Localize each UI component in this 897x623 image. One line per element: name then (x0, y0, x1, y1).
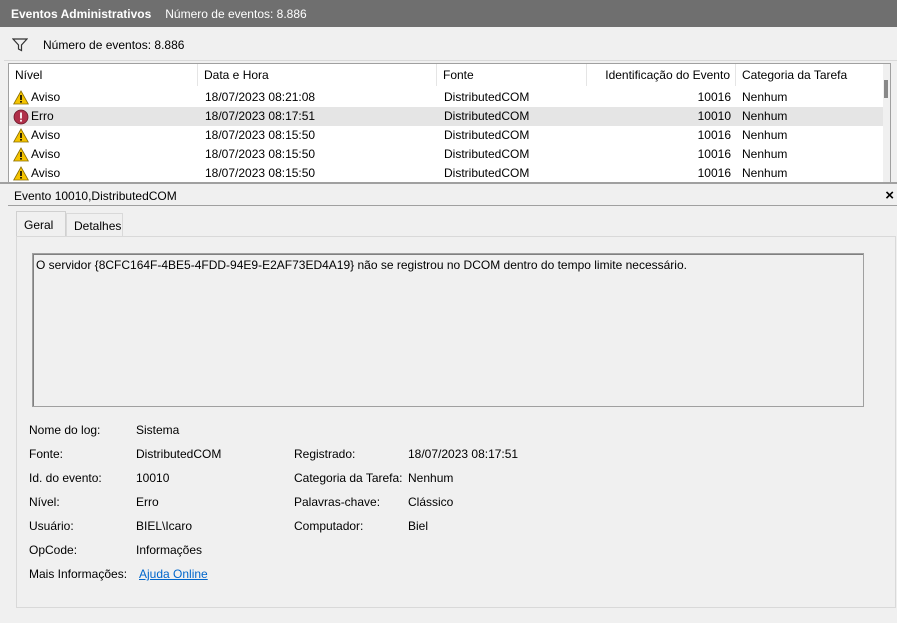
warning-icon (13, 128, 29, 144)
view-title: Eventos Administrativos (11, 6, 152, 21)
row-date: 18/07/2023 08:21:08 (205, 90, 316, 104)
row-source: DistributedCOM (444, 128, 530, 142)
column-event-id[interactable]: Identificação do Evento (587, 64, 736, 86)
column-level[interactable]: Nível (9, 64, 198, 86)
column-task-category[interactable]: Categoria da Tarefa (736, 64, 886, 86)
label-computer: Computador: (294, 519, 364, 533)
label-log-name: Nome do log: (29, 423, 101, 437)
filter-bar: Número de eventos: 8.886 (4, 29, 897, 61)
value-opcode: Informações (136, 543, 203, 557)
value-level: Erro (136, 495, 159, 509)
general-panel: O servidor {8CFC164F-4BE5-4FDD-94E9-E2AF… (16, 236, 896, 608)
label-more-info: Mais Informações: (29, 567, 128, 581)
row-event-id: 10010 (697, 109, 731, 123)
scrollbar-thumb[interactable] (884, 80, 888, 98)
warning-icon (13, 147, 29, 163)
row-source: DistributedCOM (444, 90, 530, 104)
value-log-name: Sistema (136, 423, 180, 437)
warning-icon (13, 166, 29, 182)
row-category: Nenhum (742, 147, 788, 161)
row-level: Aviso (31, 166, 61, 180)
tab-detalhes[interactable]: Detalhes (66, 213, 123, 237)
row-event-id: 10016 (697, 166, 731, 180)
row-date: 18/07/2023 08:17:51 (205, 109, 316, 123)
table-row[interactable]: Aviso 18/07/2023 08:21:08 DistributedCOM… (9, 88, 886, 107)
pane-splitter[interactable] (0, 182, 897, 184)
detail-title: Evento 10010,DistributedCOM (14, 189, 177, 203)
bottom-edge (0, 611, 897, 623)
event-description[interactable]: O servidor {8CFC164F-4BE5-4FDD-94E9-E2AF… (32, 253, 864, 407)
label-source: Fonte: (29, 447, 64, 461)
row-event-id: 10016 (697, 128, 731, 142)
online-help-link[interactable]: Ajuda Online (139, 567, 208, 581)
table-row[interactable]: Aviso 18/07/2023 08:15:50 DistributedCOM… (9, 126, 886, 145)
label-logged: Registrado: (294, 447, 356, 461)
table-row[interactable]: Aviso 18/07/2023 08:15:50 DistributedCOM… (9, 164, 886, 182)
label-opcode: OpCode: (29, 543, 78, 557)
row-date: 18/07/2023 08:15:50 (205, 166, 316, 180)
row-date: 18/07/2023 08:15:50 (205, 147, 316, 161)
row-level: Aviso (31, 90, 61, 104)
detail-header: Evento 10010,DistributedCOM × (8, 186, 897, 206)
row-source: DistributedCOM (444, 166, 530, 180)
column-date[interactable]: Data e Hora (198, 64, 437, 86)
tab-geral[interactable]: Geral (16, 211, 66, 237)
event-count-title: Número de eventos: 8.886 (165, 6, 307, 21)
event-list[interactable]: Nível Data e Hora Fonte Identificação do… (8, 63, 891, 183)
filter-icon[interactable] (12, 37, 28, 53)
label-level: Nível: (29, 495, 60, 509)
table-row-selected[interactable]: Erro 18/07/2023 08:17:51 DistributedCOM … (9, 107, 886, 126)
value-computer: Biel (408, 519, 429, 533)
row-level: Aviso (31, 128, 61, 142)
row-level: Aviso (31, 147, 61, 161)
row-source: DistributedCOM (444, 147, 530, 161)
label-user: Usuário: (29, 519, 74, 533)
value-keywords: Clássico (408, 495, 454, 509)
row-category: Nenhum (742, 128, 788, 142)
row-category: Nenhum (742, 109, 788, 123)
row-category: Nenhum (742, 166, 788, 180)
warning-icon (13, 90, 29, 106)
row-event-id: 10016 (697, 90, 731, 104)
label-keywords: Palavras-chave: (294, 495, 381, 509)
value-user: BIEL\Icaro (136, 519, 193, 533)
value-task-category: Nenhum (408, 471, 454, 485)
value-source: DistributedCOM (136, 447, 222, 461)
label-task-category: Categoria da Tarefa: (294, 471, 403, 485)
value-event-id: 10010 (136, 471, 170, 485)
list-scrollbar[interactable] (883, 64, 890, 182)
error-icon (13, 109, 29, 125)
close-icon[interactable]: × (885, 186, 894, 206)
row-level: Erro (31, 109, 54, 123)
value-logged: 18/07/2023 08:17:51 (408, 447, 519, 461)
row-source: DistributedCOM (444, 109, 530, 123)
event-count-label: Número de eventos: 8.886 (43, 37, 185, 52)
table-row[interactable]: Aviso 18/07/2023 08:15:50 DistributedCOM… (9, 145, 886, 164)
row-date: 18/07/2023 08:15:50 (205, 128, 316, 142)
title-bar: Eventos Administrativos Número de evento… (0, 0, 897, 27)
row-category: Nenhum (742, 90, 788, 104)
list-header: Nível Data e Hora Fonte Identificação do… (9, 64, 890, 86)
label-event-id: Id. do evento: (29, 471, 102, 485)
row-event-id: 10016 (697, 147, 731, 161)
column-source[interactable]: Fonte (437, 64, 587, 86)
